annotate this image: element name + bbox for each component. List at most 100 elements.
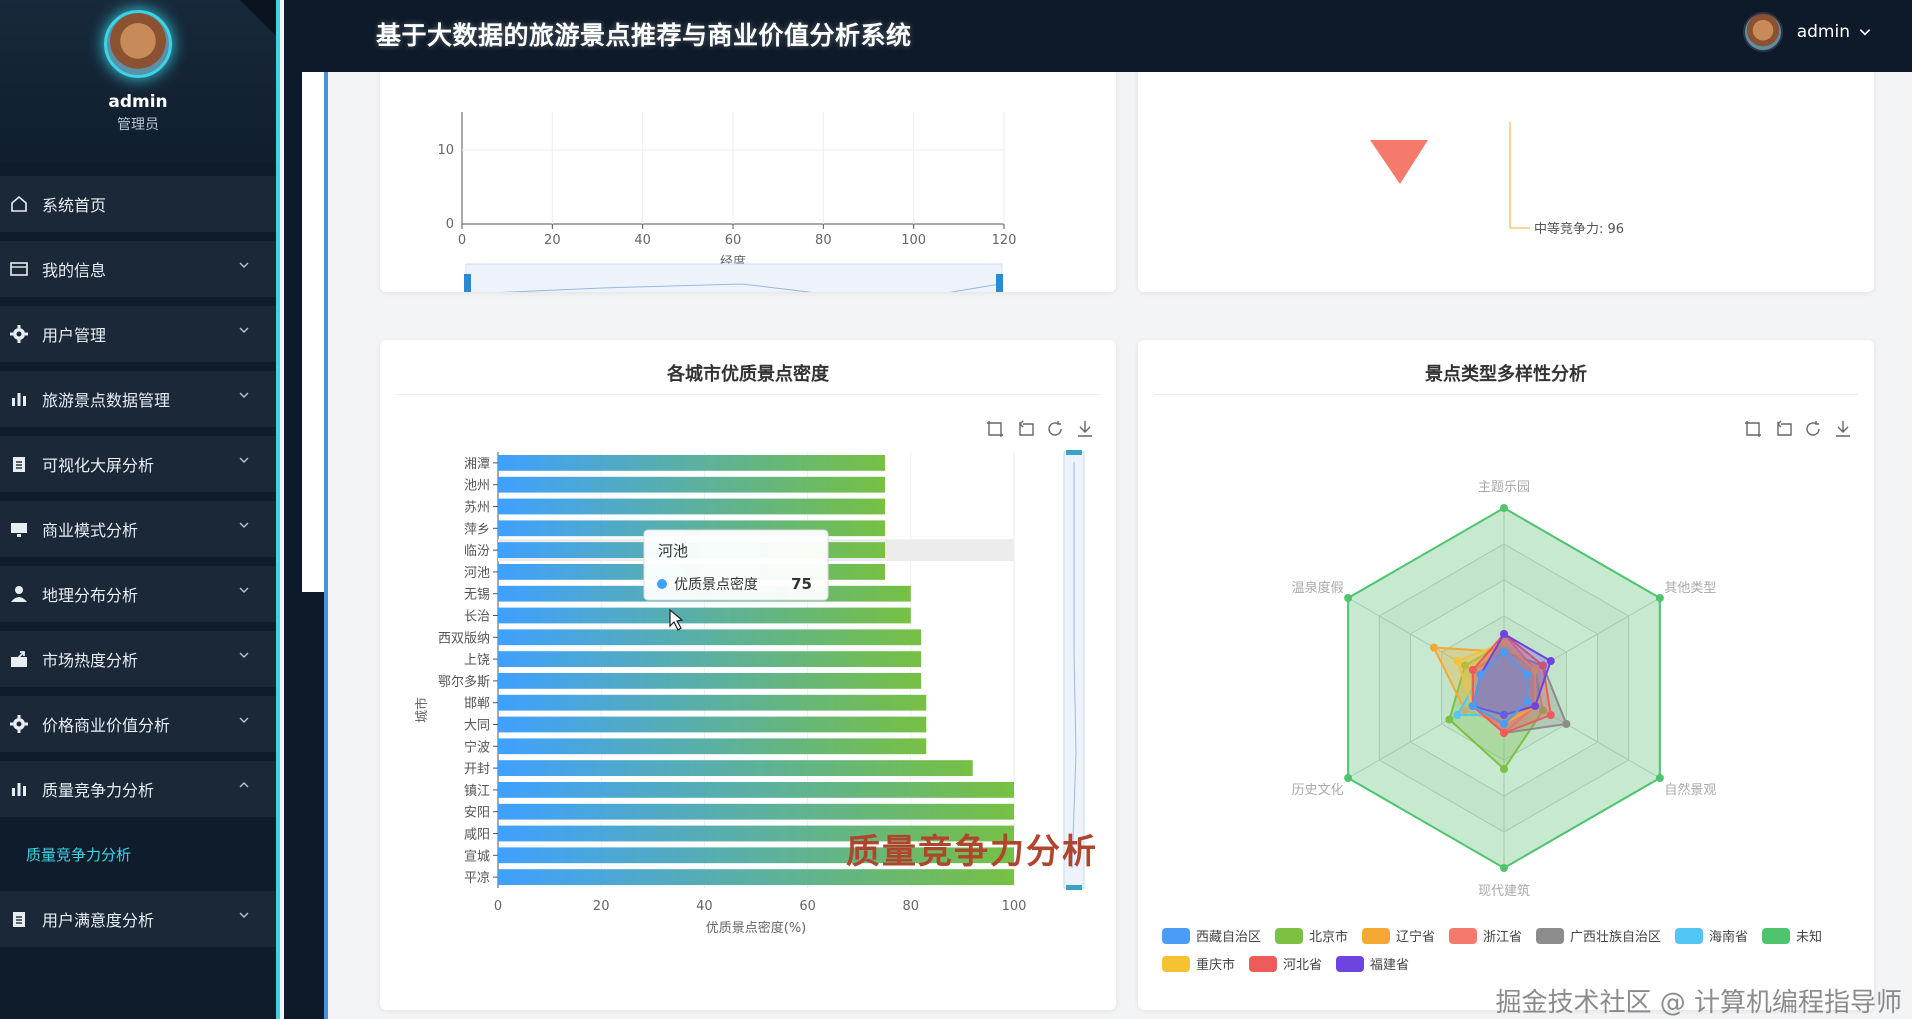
legend-swatch — [1162, 928, 1190, 944]
bar-chart-icon — [8, 778, 30, 800]
radar-point — [1562, 720, 1571, 728]
y-tick-label: 邯郸 — [464, 697, 490, 712]
sidebar-item-user-management[interactable]: 用户管理 — [0, 306, 276, 362]
tooltip-series: 优质景点密度 — [674, 576, 758, 593]
zoom-reset-icon[interactable] — [1014, 418, 1036, 440]
profile-panel: admin 管理员 — [0, 0, 276, 162]
radar-point — [1546, 657, 1555, 665]
monitor-icon — [8, 518, 30, 540]
bar — [498, 476, 885, 493]
bar — [498, 455, 885, 471]
profile-role: 管理员 — [117, 117, 159, 133]
tooltip-marker — [657, 579, 667, 589]
y-tick-label: 无锡 — [464, 588, 490, 603]
sidebar-item-scenic-data[interactable]: 旅游景点数据管理 — [0, 371, 276, 427]
sidebar-corner — [240, 0, 276, 40]
legend-swatch — [1449, 928, 1477, 944]
y-tick-label: 上饶 — [464, 653, 490, 668]
pie-slice — [1370, 140, 1428, 184]
sidebar-item-satisfaction[interactable]: 用户满意度分析 — [0, 891, 276, 947]
download-icon[interactable] — [1074, 418, 1096, 440]
bar — [498, 498, 885, 515]
sidebar-item-home[interactable]: 系统首页 — [0, 176, 276, 232]
chart-toolbox — [1742, 418, 1854, 440]
x-tick-label: 80 — [903, 899, 920, 914]
radar-indicator-label: 温泉度假 — [1292, 580, 1344, 596]
bar-chart-title: 各城市优质景点密度 — [667, 364, 829, 385]
sidebar-item-label: 地理分布分析 — [42, 586, 139, 605]
y-tick-label: 苏州 — [464, 500, 490, 516]
bar — [498, 803, 1014, 820]
chevron-down-icon — [239, 262, 249, 268]
zoom-icon[interactable] — [984, 418, 1006, 440]
user-icon — [8, 583, 30, 605]
datazoom-handle — [1066, 885, 1082, 890]
radar-point — [1468, 702, 1477, 710]
bar — [498, 629, 922, 646]
tooltip: 河池优质景点密度 75 — [643, 529, 829, 601]
gear-icon — [8, 323, 30, 345]
label-leader-line — [1509, 122, 1530, 229]
sidebar-item-quality[interactable]: 质量竞争力分析 — [0, 761, 276, 817]
legend-label: 辽宁省 — [1396, 929, 1435, 945]
bar-chart: 0 20 40 60 80 100湘潭池州苏州萍乡临汾河池无锡长治西双版纳上饶鄂尔多斯邯郸… — [414, 450, 1085, 936]
refresh-icon[interactable] — [1802, 418, 1824, 440]
content-gutter-light — [302, 72, 324, 592]
red-caption: 质量竞争力分析 — [846, 832, 1098, 872]
radar-point — [1344, 774, 1353, 782]
sidebar-item-label: 商业模式分析 — [42, 521, 139, 540]
x-tick-label: 0 — [494, 899, 502, 914]
y-tick-label: 开封 — [464, 762, 490, 777]
legend-label: 海南省 — [1709, 929, 1748, 945]
sidebar: admin 管理员 系统首页 我的信息 用户管理 旅游景点数据管理 可视化大屏分… — [0, 0, 280, 1019]
radar-point — [1546, 711, 1555, 719]
y-tick-label: 10 — [437, 143, 454, 158]
home-icon — [8, 193, 30, 215]
radar-point — [1500, 648, 1508, 656]
radar-indicator-label: 现代建筑 — [1478, 883, 1530, 899]
bar — [498, 716, 927, 733]
avatar[interactable] — [1742, 12, 1783, 52]
zoom-reset-icon[interactable] — [1772, 418, 1794, 440]
y-tick-label: 萍乡 — [464, 522, 490, 537]
radar-point — [1531, 702, 1540, 710]
user-menu[interactable]: admin — [1742, 12, 1872, 52]
bar — [498, 694, 927, 711]
bar — [498, 738, 927, 755]
radar-point — [1445, 715, 1454, 724]
sidebar-item-big-screen[interactable]: 可视化大屏分析 — [0, 436, 276, 492]
avatar[interactable] — [104, 10, 172, 78]
x-tick-label: 60 — [799, 899, 816, 914]
radar-point — [1476, 670, 1485, 679]
refresh-icon[interactable] — [1044, 418, 1066, 440]
submenu-item-quality[interactable]: 质量竞争力分析 — [0, 826, 276, 882]
legend-label: 浙江省 — [1483, 930, 1522, 945]
x-axis-label: 优质景点密度(%) — [706, 920, 807, 936]
sidebar-item-my-info[interactable]: 我的信息 — [0, 241, 276, 297]
y-axis-label: 城市 — [414, 697, 430, 723]
chevron-down-icon — [239, 652, 249, 658]
radar-chart: 主题乐园其他类型自然景观现代建筑 历史文化 温泉度假西藏自治区 北京市 辽宁省 浙江省 广西… — [1162, 480, 1822, 973]
download-icon[interactable] — [1832, 418, 1854, 440]
sidebar-item-label: 系统首页 — [42, 196, 107, 215]
chevron-down-icon — [239, 392, 249, 398]
scatter-card: 0 20 40 60 80 100 120 0 10 经度 — [380, 72, 1116, 303]
sidebar-item-label: 用户满意度分析 — [42, 911, 155, 930]
radar-card: 景点类型多样性分析 主题乐园 其他类型 自然景观 现代建筑 历史文化 温泉度假 西藏自治区 北… — [1138, 340, 1874, 1010]
sidebar-item-business-model[interactable]: 商业模式分析 — [0, 501, 276, 557]
sidebar-item-market-heat[interactable]: 市场热度分析 — [0, 631, 276, 687]
radar-point — [1655, 774, 1664, 782]
clipboard-icon — [8, 453, 30, 475]
watermark: 掘金技术社区 @ 计算机编程指导师 — [1495, 988, 1902, 1018]
legend-swatch — [1249, 956, 1277, 972]
y-tick-label: 临汾 — [464, 544, 490, 559]
sidebar-item-price-value[interactable]: 价格商业价值分析 — [0, 696, 276, 752]
legend-label: 福建省 — [1370, 958, 1409, 973]
y-tick-label: 宣城 — [464, 848, 490, 864]
sidebar-item-geo[interactable]: 地理分布分析 — [0, 566, 276, 622]
tooltip-value: 75 — [791, 575, 812, 593]
x-tick-label: 60 — [725, 233, 742, 248]
chevron-down-icon — [239, 457, 249, 463]
tooltip-title: 河池 — [658, 542, 688, 560]
zoom-icon[interactable] — [1742, 418, 1764, 440]
